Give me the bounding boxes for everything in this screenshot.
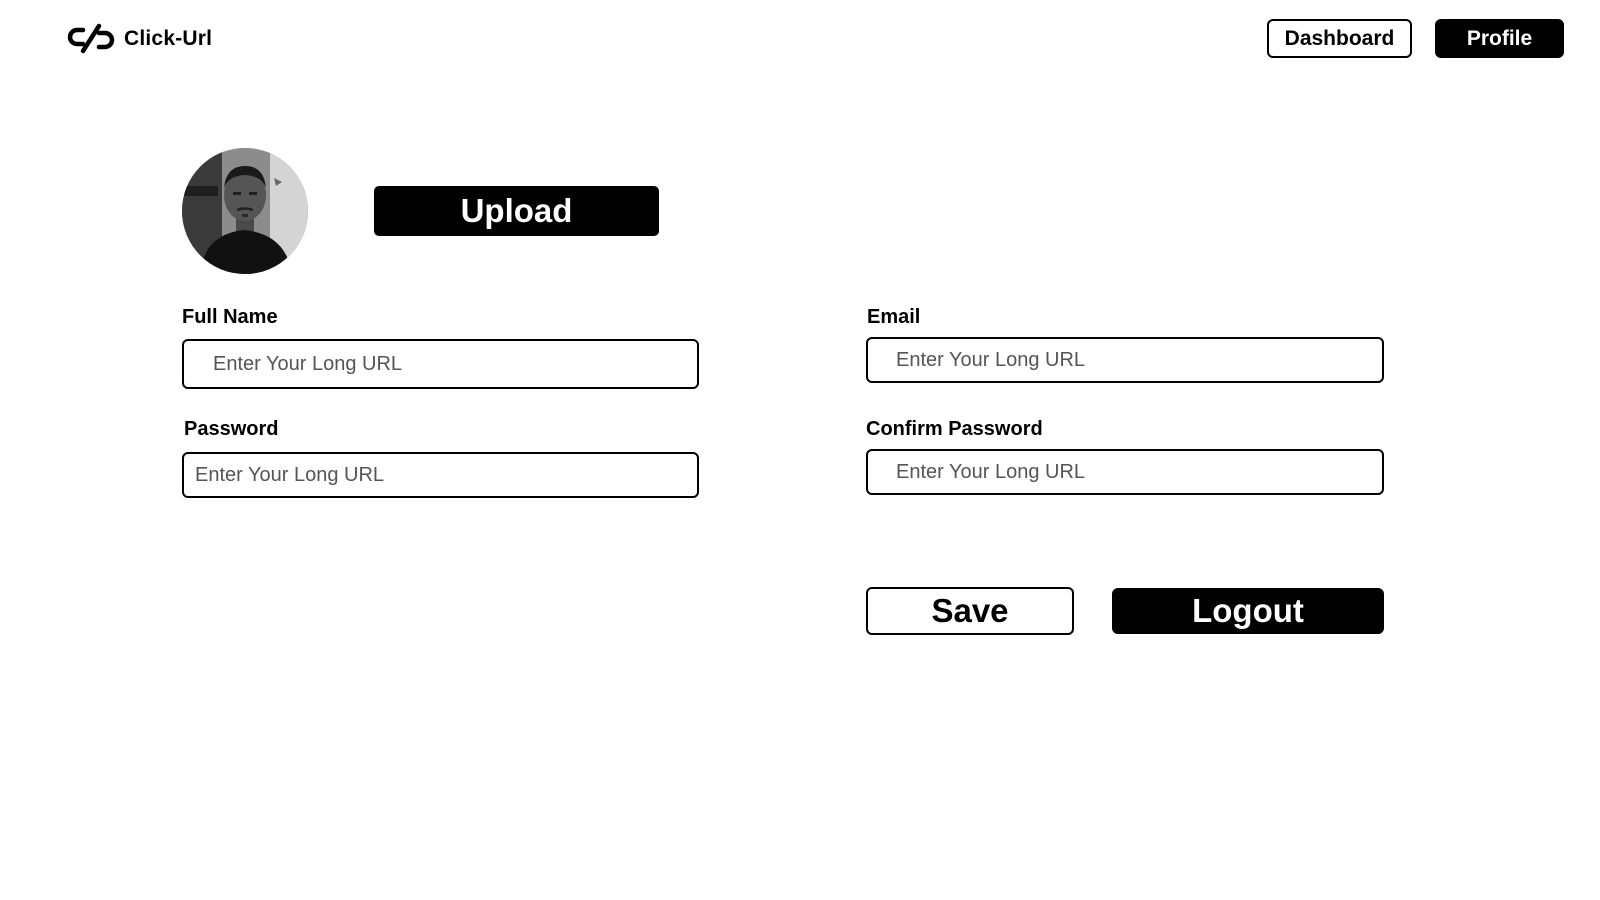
- brand-name: Click-Url: [124, 27, 213, 50]
- user-photo: [182, 148, 308, 274]
- profile-button[interactable]: Profile: [1435, 19, 1564, 58]
- password-input[interactable]: [182, 452, 699, 498]
- upload-button[interactable]: Upload: [374, 186, 659, 236]
- save-button[interactable]: Save: [866, 587, 1074, 635]
- email-label: Email: [867, 306, 921, 328]
- logout-button[interactable]: Logout: [1112, 588, 1384, 634]
- confirm-password-label: Confirm Password: [866, 418, 1043, 440]
- full-name-input[interactable]: [182, 339, 699, 389]
- profile-page: Click-Url Dashboard Profile Upload Full …: [0, 0, 1600, 900]
- dashboard-button[interactable]: Dashboard: [1267, 19, 1412, 58]
- link-slash-icon: [67, 23, 115, 54]
- brand[interactable]: Click-Url: [66, 22, 212, 56]
- email-input[interactable]: [866, 337, 1384, 383]
- password-label: Password: [184, 418, 279, 440]
- full-name-label: Full Name: [182, 306, 278, 328]
- confirm-password-input[interactable]: [866, 449, 1384, 495]
- avatar: [182, 148, 308, 274]
